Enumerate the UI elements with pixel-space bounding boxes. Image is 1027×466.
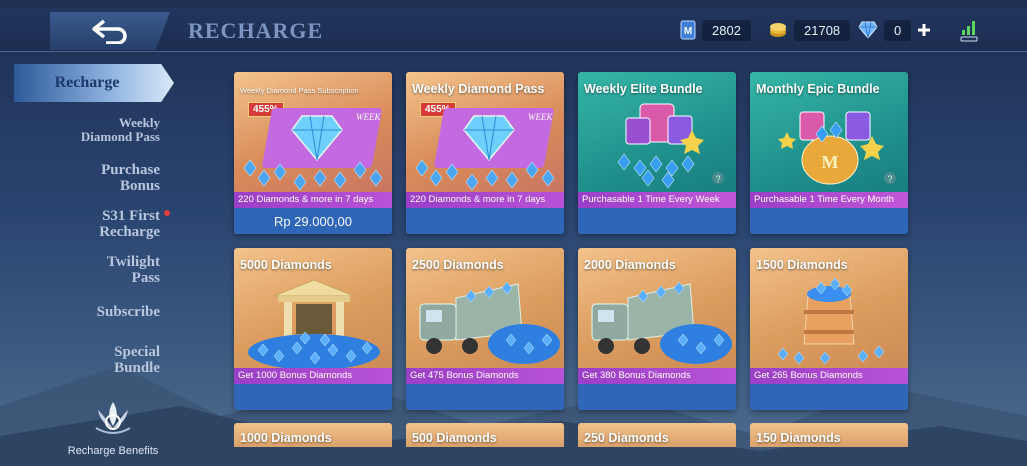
- sidebar-item-purchase-bonus[interactable]: Purchase Bonus: [10, 162, 160, 194]
- gold-count: 21708: [794, 19, 851, 41]
- card-weekly-diamond-pass-subscription[interactable]: Weekly Diamond Pass Subscription 455% WE…: [234, 72, 392, 234]
- sidebar-item-label: Purchase Bonus: [101, 162, 160, 194]
- diamond-pass-art: WEEK: [243, 108, 383, 191]
- card-description: Purchasable 1 Time Every Month: [750, 192, 908, 208]
- card-1000-diamonds[interactable]: 1000 Diamonds: [234, 423, 392, 447]
- svg-text:?: ?: [715, 174, 720, 184]
- sidebar-item-s31-first-recharge[interactable]: S31 First Recharge: [10, 208, 170, 240]
- top-bar: RECHARGE M 2802 21708 0: [0, 8, 1027, 52]
- card-description: Get 380 Bonus Diamonds: [578, 368, 736, 384]
- truck-diamonds-art: [419, 281, 560, 364]
- card-description: 220 Diamonds & more in 7 days: [234, 192, 392, 208]
- card-title: 500 Diamonds: [412, 431, 497, 445]
- lotus-emblem-icon: [95, 402, 131, 434]
- watermark: WEEK: [356, 112, 381, 122]
- ticket-icon: M: [680, 20, 696, 40]
- card-title: Monthly Epic Bundle: [756, 82, 880, 96]
- card-price: [578, 208, 736, 234]
- bank-diamonds-art: [248, 279, 380, 370]
- sidebar-item-recharge[interactable]: Recharge: [14, 64, 174, 102]
- card-weekly-elite-bundle[interactable]: Weekly Elite Bundle ? Purchasable 1 Time…: [578, 72, 736, 234]
- recharge-benefits-label: Recharge Benefits: [67, 445, 159, 457]
- card-description: Get 475 Bonus Diamonds: [406, 368, 564, 384]
- ticket-count: 2802: [702, 19, 751, 41]
- card-weekly-diamond-pass[interactable]: Weekly Diamond Pass 455% WEEK 220 Diamon…: [406, 72, 564, 234]
- card-price: Rp 29.000,00: [234, 208, 392, 234]
- diamond-counter: 0: [858, 19, 931, 41]
- back-arrow-icon: [92, 19, 127, 44]
- card-price: [750, 208, 908, 234]
- card-500-diamonds[interactable]: 500 Diamonds: [406, 423, 564, 447]
- sidebar: Recharge Weekly Diamond Pass Purchase Bo…: [0, 58, 180, 466]
- back-button[interactable]: [50, 12, 170, 50]
- sidebar-item-label: Special Bundle: [114, 344, 160, 376]
- card-title: 1000 Diamonds: [240, 431, 332, 445]
- sidebar-item-special-bundle[interactable]: Special Bundle: [10, 344, 160, 376]
- card-title: 2000 Diamonds: [584, 258, 676, 272]
- card-title: 250 Diamonds: [584, 431, 669, 445]
- card-description: 220 Diamonds & more in 7 days: [406, 192, 564, 208]
- card-title: 1500 Diamonds: [756, 258, 848, 272]
- ticket-counter: M 2802: [680, 19, 751, 41]
- card-5000-diamonds[interactable]: 5000 Diamonds Get 1000 Bonus Diamonds: [234, 248, 392, 410]
- card-price: [578, 384, 736, 410]
- sidebar-item-label: Twilight Pass: [106, 254, 160, 286]
- card-price: [406, 384, 564, 410]
- card-description: Get 265 Bonus Diamonds: [750, 368, 908, 384]
- card-title: 2500 Diamonds: [412, 258, 504, 272]
- bundle-letter: M: [822, 152, 839, 172]
- sidebar-item-label: S31 First Recharge: [99, 208, 160, 240]
- gold-coin-icon: [770, 23, 786, 37]
- diamond-count: 0: [884, 19, 912, 41]
- sidebar-item-twilight-pass[interactable]: Twilight Pass: [10, 254, 160, 286]
- recharge-benefits-button[interactable]: Recharge Benefits: [58, 398, 168, 457]
- sidebar-item-weekly-diamond-pass[interactable]: Weekly Diamond Pass: [10, 116, 160, 144]
- page-title: RECHARGE: [188, 18, 324, 43]
- watermark: WEEK: [528, 112, 553, 122]
- sidebar-item-subscribe[interactable]: Subscribe: [10, 304, 160, 320]
- card-description: Get 1000 Bonus Diamonds: [234, 368, 392, 384]
- card-price: [406, 208, 564, 234]
- sidebar-item-label: Weekly Diamond Pass: [80, 115, 160, 144]
- notification-dot: [164, 210, 170, 216]
- svg-text:?: ?: [887, 174, 892, 184]
- card-price: [234, 384, 392, 410]
- card-1500-diamonds[interactable]: 1500 Diamonds Get 265 Bonus Diamonds: [750, 248, 908, 410]
- card-monthly-epic-bundle[interactable]: Monthly Epic Bundle M ? Purchasable 1 Ti…: [750, 72, 908, 234]
- card-title: Weekly Elite Bundle: [584, 82, 703, 96]
- card-title: Weekly Diamond Pass Subscription: [240, 86, 359, 95]
- card-price: [750, 384, 908, 410]
- card-title: 5000 Diamonds: [240, 258, 332, 272]
- diamond-icon: [858, 21, 878, 39]
- card-description: Purchasable 1 Time Every Week: [578, 192, 736, 208]
- signal-icon: [960, 21, 978, 42]
- svg-text:M: M: [684, 26, 692, 37]
- sidebar-item-label: Recharge: [54, 74, 120, 91]
- card-250-diamonds[interactable]: 250 Diamonds: [578, 423, 736, 447]
- card-title: 150 Diamonds: [756, 431, 841, 445]
- card-2500-diamonds[interactable]: 2500 Diamonds Get 475 Bonus Diamonds: [406, 248, 564, 410]
- elite-bundle-art: ?: [617, 103, 724, 189]
- card-2000-diamonds[interactable]: 2000 Diamonds Get 380 Bonus Diamonds: [578, 248, 736, 410]
- sidebar-item-label: Subscribe: [96, 304, 160, 320]
- barrel-diamonds-art: [777, 277, 885, 365]
- card-title: Weekly Diamond Pass: [412, 82, 545, 96]
- epic-bundle-art: M ?: [778, 111, 896, 185]
- gold-counter: 21708: [768, 19, 851, 41]
- diamond-pass-art: WEEK: [415, 108, 555, 191]
- truck-diamonds-art: [591, 281, 732, 364]
- card-150-diamonds[interactable]: 150 Diamonds: [750, 423, 908, 447]
- plus-icon[interactable]: [917, 23, 931, 37]
